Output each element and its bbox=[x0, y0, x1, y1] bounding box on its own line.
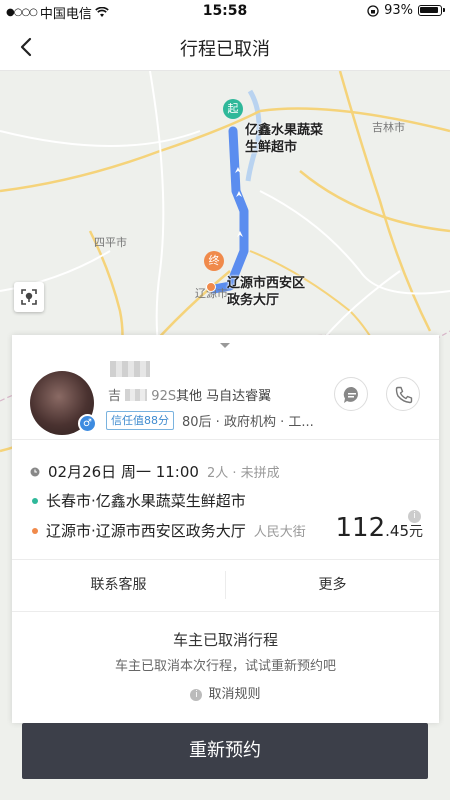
divider bbox=[12, 439, 439, 440]
end-pin-icon: 终 bbox=[204, 251, 224, 271]
destination-dot-icon bbox=[32, 527, 38, 534]
end-dot-icon bbox=[206, 282, 216, 292]
trust-badge[interactable]: 信任值88分 bbox=[106, 411, 174, 430]
trip-destination-row: 辽源市·辽源市西安区政务大厅 人民大街 bbox=[30, 520, 306, 541]
car-model: 其他 马自达睿翼 bbox=[176, 389, 272, 404]
trip-price[interactable]: 112.45元 bbox=[336, 513, 424, 543]
start-location-label: 亿鑫水果蔬菜 生鲜超市 bbox=[245, 123, 324, 155]
more-button[interactable]: 更多 bbox=[226, 559, 439, 611]
status-bar: ●○○○ 中国电信 15:58 93% bbox=[0, 0, 450, 24]
message-button[interactable] bbox=[334, 377, 368, 411]
locate-icon bbox=[21, 289, 37, 305]
trip-meta: 2人 · 未拼成 bbox=[206, 466, 280, 481]
rebook-button[interactable]: 重新预约 bbox=[22, 723, 428, 779]
origin-dot-icon bbox=[32, 497, 38, 504]
divider bbox=[12, 611, 439, 612]
driver-tags: 80后 · 政府机构 · 工... bbox=[182, 415, 314, 430]
trip-origin-row: 长春市·亿鑫水果蔬菜生鲜超市 bbox=[30, 490, 246, 511]
male-gender-icon: ♂ bbox=[78, 414, 97, 433]
nav-bar: 行程已取消 bbox=[0, 24, 450, 71]
trip-datetime: 02月26日 周一 11:00 bbox=[48, 463, 199, 481]
page-title: 行程已取消 bbox=[180, 39, 270, 60]
battery-percent: 93% bbox=[384, 3, 413, 18]
contact-support-button[interactable]: 联系客服 bbox=[12, 559, 225, 611]
orientation-lock-icon bbox=[367, 4, 379, 17]
trip-time-row: 02月26日 周一 11:00 2人 · 未拼成 bbox=[30, 461, 280, 482]
chat-bubble-icon bbox=[343, 386, 358, 403]
clock-icon bbox=[30, 467, 40, 476]
map-city-label: 四平市 bbox=[94, 236, 127, 249]
info-icon: i bbox=[190, 689, 203, 701]
trip-card: ♂ 吉 92S 其他 马自达睿翼 信任值88分 80后 · 政府机构 · 工..… bbox=[12, 335, 439, 723]
chevron-down-icon[interactable] bbox=[220, 343, 230, 348]
trip-origin: 长春市·亿鑫水果蔬菜生鲜超市 bbox=[46, 492, 246, 510]
trip-destination: 辽源市·辽源市西安区政务大厅 bbox=[46, 522, 246, 540]
cancel-subtitle: 车主已取消本次行程，试试重新预约吧 bbox=[114, 659, 336, 674]
locate-button[interactable] bbox=[14, 282, 44, 312]
map-city-label: 吉林市 bbox=[372, 121, 405, 134]
cancel-title: 车主已取消行程 bbox=[172, 631, 278, 649]
start-pin-icon: 起 bbox=[223, 99, 243, 119]
battery-icon bbox=[418, 5, 445, 16]
phone-icon bbox=[395, 386, 413, 404]
license-plate: 吉 92S bbox=[108, 389, 177, 404]
trip-destination-extra: 人民大街 bbox=[253, 525, 306, 540]
end-location-label: 辽源市西安区 政务大厅 bbox=[227, 276, 306, 308]
call-button[interactable] bbox=[386, 377, 420, 411]
cancel-rules-link[interactable]: i 取消规则 bbox=[12, 683, 439, 702]
blurred-driver-name bbox=[110, 361, 150, 377]
